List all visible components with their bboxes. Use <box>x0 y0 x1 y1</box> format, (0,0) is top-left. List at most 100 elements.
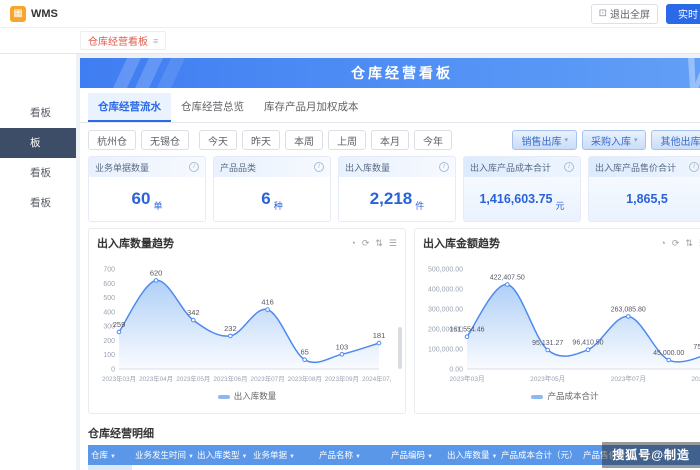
column-label: 业务发生时间 <box>135 450 187 460</box>
kpi-title: 产品品类 <box>220 162 257 173</box>
sidebar-item[interactable]: 看板 <box>0 188 76 218</box>
subtab-item[interactable]: 库存产品月加权成本 <box>254 93 369 122</box>
date-filter-button[interactable]: 本周 <box>285 130 323 150</box>
kpi-card: 出入库产品售价合计 i 1,865,5 <box>588 156 700 222</box>
subtab-item[interactable]: 仓库经营总览 <box>171 93 254 122</box>
legend-label: 产品成本合计 <box>547 391 599 401</box>
table-cell: 2024-07-26 <box>132 465 194 470</box>
sort-icon[interactable]: ⇅ <box>375 238 383 249</box>
type-filter-button[interactable]: 其他出库▾ <box>651 130 700 150</box>
type-filter-button[interactable]: 采购入库 ▾ <box>581 130 647 150</box>
column-header[interactable]: 仓库 ▼ <box>88 445 132 465</box>
date-filter-button[interactable]: 今年 <box>414 130 452 150</box>
filter-icon[interactable]: ▼ <box>355 454 361 460</box>
column-header[interactable]: 业务发生时间 ▼ <box>132 445 194 465</box>
svg-text:232: 232 <box>224 324 237 333</box>
sidebar-item[interactable]: 板 <box>0 128 76 158</box>
kpi-unit: 件 <box>415 201 425 211</box>
type-filter-button[interactable]: 销售出库 ▾ <box>512 130 577 150</box>
column-header[interactable]: 出入库数量 ▼ <box>444 445 498 465</box>
sidebar-item[interactable]: 看板 <box>0 158 76 188</box>
info-icon[interactable]: i <box>314 162 324 172</box>
svg-text:2023年04月: 2023年04月 <box>139 374 173 383</box>
kpi-card: 出入库数量 i 2,218 件 <box>338 156 456 222</box>
column-header[interactable]: 出入库类型 ▼ <box>194 445 250 465</box>
kpi-head: 出入库产品成本合计 i <box>464 157 580 177</box>
refresh-icon[interactable]: ⟳ <box>672 238 680 249</box>
kpi-title: 业务单据数量 <box>95 162 150 173</box>
filter-icon[interactable]: ▼ <box>289 454 295 460</box>
info-icon[interactable]: i <box>189 162 199 172</box>
svg-text:2023年05月: 2023年05月 <box>530 374 565 383</box>
info-icon[interactable]: i <box>439 162 449 172</box>
svg-text:100: 100 <box>103 352 115 359</box>
warehouse-filter-button[interactable]: 杭州仓 <box>88 130 136 150</box>
sohu-watermark: 搜狐号@制造 <box>602 442 700 468</box>
date-filter-button[interactable]: 本月 <box>371 130 409 150</box>
svg-text:263,085.80: 263,085.80 <box>611 306 646 313</box>
kpi-row: 业务单据数量 i 60 单 产品品类 i 6 种 出入库数量 i 2,218 件 出入库产品成本合计 i 1… <box>80 156 700 222</box>
kpi-head: 业务单据数量 i <box>89 157 205 177</box>
column-header[interactable]: 产品编码 ▼ <box>388 445 444 465</box>
filter-icon[interactable]: ▼ <box>188 454 194 460</box>
svg-text:0: 0 <box>111 367 115 374</box>
type-filters: 销售出库▾采购入库▾其他出库▾ <box>512 130 700 150</box>
svg-text:620: 620 <box>150 268 163 277</box>
date-filter-button[interactable]: 昨天 <box>242 130 280 150</box>
kpi-body: 6种 <box>214 177 330 221</box>
svg-text:2023年09月: 2023年09月 <box>325 374 359 383</box>
svg-text:700: 700 <box>103 267 115 274</box>
chart-head: 出入库数量趋势 ◔ ⟳ ⇅ ☰ <box>89 229 405 253</box>
main-area: 仓库经营看板 W 仓库经营流水仓库经营总览库存产品月加权成本 杭州仓无锡仓 今天… <box>76 54 700 470</box>
legend-marker-icon <box>217 394 230 399</box>
column-header[interactable]: 产品名称 ▼ <box>316 445 388 465</box>
info-icon[interactable]: i <box>689 162 699 172</box>
chart-toolbar: ◔ ⟳ ⇅ ☰ <box>350 238 397 249</box>
kpi-unit: 元 <box>555 201 565 211</box>
clock-icon[interactable]: ◔ <box>350 238 355 249</box>
wms-dashboard: ▦ WMS ⊡ 退出全屏 实时 仓库经营看板 ≡ 看板板看板看板 仓库经营看板 <box>0 0 700 470</box>
filter-icon[interactable]: ▼ <box>242 454 248 460</box>
filter-icon[interactable]: ▼ <box>110 454 116 460</box>
column-header[interactable]: 产品成本合计（元）▼ <box>498 445 580 465</box>
chart-scrollbar[interactable] <box>398 327 402 369</box>
sidebar-item[interactable]: 看板 <box>0 98 76 128</box>
date-filter-button[interactable]: 今天 <box>199 130 237 150</box>
svg-text:2024年07月: 2024年07月 <box>362 374 391 383</box>
exit-fullscreen-button[interactable]: ⊡ 退出全屏 <box>590 3 658 24</box>
kpi-body: 1,865,5 <box>589 177 700 221</box>
charts-row: 出入库数量趋势 ◔ ⟳ ⇅ ☰ 0 100 200 300 400 500 600 700 2023年… <box>80 222 700 420</box>
kpi-value: 2,218 <box>369 189 413 208</box>
column-label: 产品编码 <box>391 450 426 460</box>
svg-text:200: 200 <box>103 338 115 345</box>
warehouse-filter-button[interactable]: 无锡仓 <box>141 130 189 150</box>
clock-icon[interactable]: ◔ <box>660 238 665 249</box>
refresh-icon[interactable]: ⟳ <box>362 238 370 249</box>
svg-text:416: 416 <box>261 298 274 307</box>
svg-text:65: 65 <box>301 348 309 357</box>
svg-text:161,554.46: 161,554.46 <box>449 327 484 334</box>
column-label: 出入库数量 <box>447 450 490 460</box>
column-label: 产品成本合计（元） <box>501 450 578 460</box>
filter-icon[interactable]: ▼ <box>427 454 433 460</box>
subtab-active[interactable]: 仓库经营流水 <box>88 93 171 122</box>
column-header[interactable]: 业务单据 ▼ <box>250 445 316 465</box>
tab-warehouse-dashboard[interactable]: 仓库经营看板 ≡ <box>80 31 167 50</box>
chart-title: 出入库金额趋势 <box>423 238 500 250</box>
content-panel: 仓库经营看板 W 仓库经营流水仓库经营总览库存产品月加权成本 杭州仓无锡仓 今天… <box>80 58 700 470</box>
date-filter-button[interactable]: 上周 <box>328 130 366 150</box>
caret-down-icon: ▾ <box>564 137 568 144</box>
svg-text:2023年08月: 2023年08月 <box>288 374 322 383</box>
legend-marker-icon <box>531 394 544 399</box>
banner: 仓库经营看板 W <box>80 58 700 88</box>
filter-icon[interactable]: ▼ <box>492 454 498 460</box>
menu-icon[interactable]: ☰ <box>389 238 397 249</box>
sort-icon[interactable]: ⇅ <box>685 238 693 249</box>
kpi-value: 60 <box>131 189 151 208</box>
kpi-unit: 单 <box>153 201 163 211</box>
svg-text:400: 400 <box>103 309 115 316</box>
info-icon[interactable]: i <box>564 162 574 172</box>
tab-menu-icon[interactable]: ≡ <box>153 36 158 46</box>
live-screen-button[interactable]: 实时 <box>666 3 700 24</box>
column-label: 出入库类型 <box>197 450 240 460</box>
